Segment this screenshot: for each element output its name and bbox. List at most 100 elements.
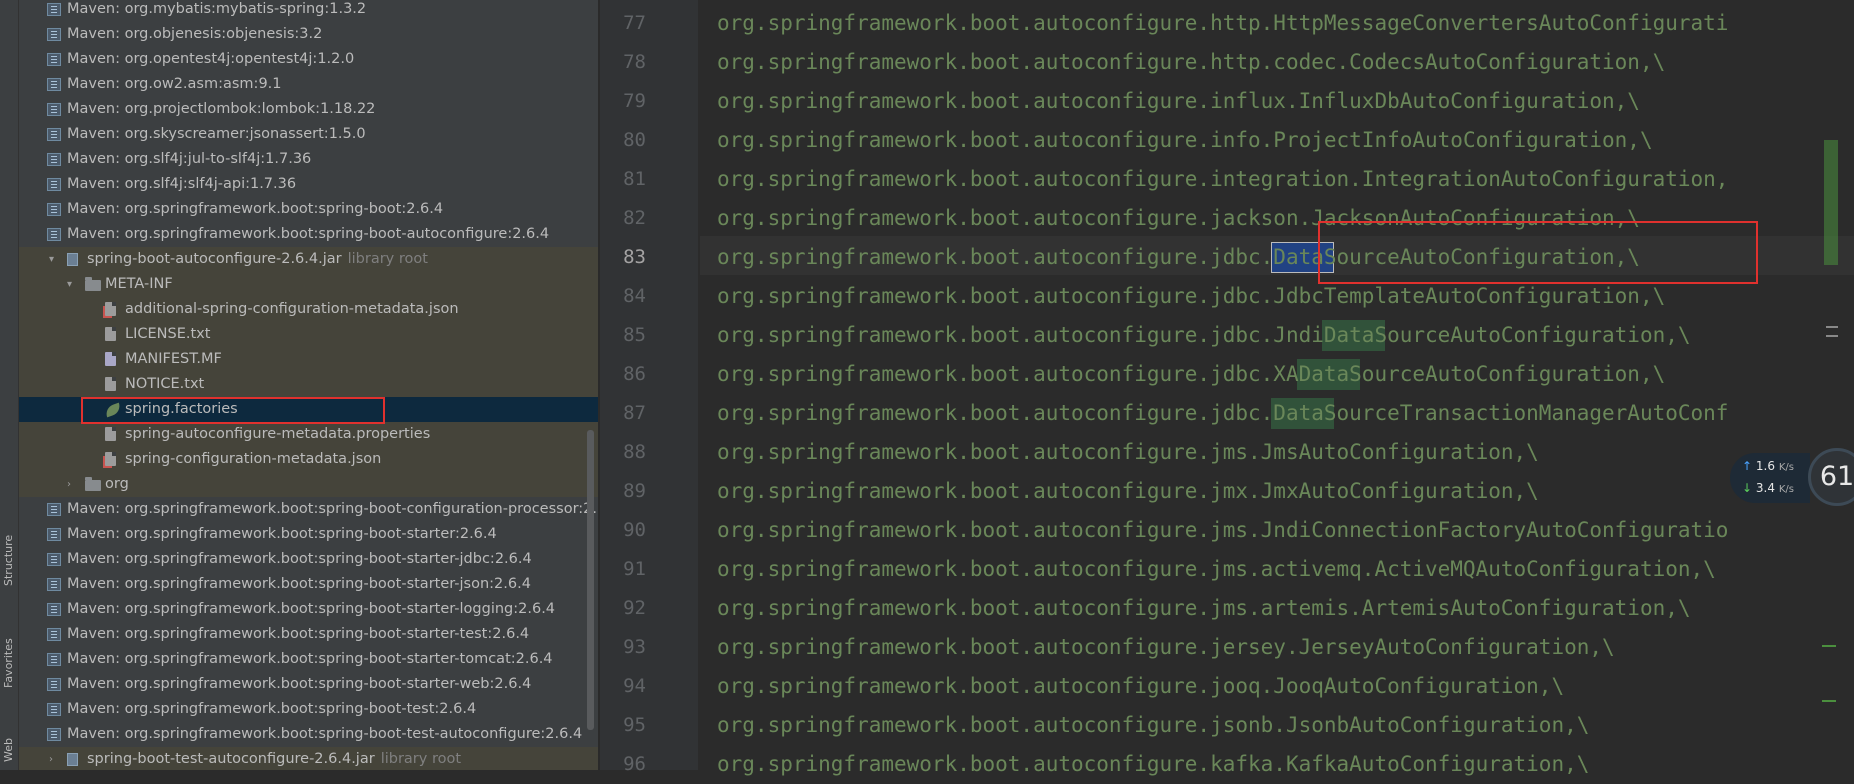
tree-node[interactable]: Maven: org.ow2.asm:asm:9.1 [19, 72, 598, 97]
tool-tab-structure[interactable]: Structure [0, 510, 18, 600]
tree-node[interactable]: Maven: org.springframework.boot:spring-b… [19, 722, 598, 747]
code-line[interactable]: org.springframework.boot.autoconfigure.j… [717, 628, 1615, 667]
tree-node[interactable]: Maven: org.objenesis:objenesis:3.2 [19, 22, 598, 47]
library-icon [47, 728, 61, 741]
annotation-box-datasource [1318, 221, 1758, 284]
code-line[interactable]: org.springframework.boot.autoconfigure.h… [717, 43, 1665, 82]
tree-node[interactable]: MANIFEST.MF [19, 347, 598, 372]
library-icon [47, 53, 61, 66]
tree-node[interactable]: NOTICE.txt [19, 372, 598, 397]
code-line[interactable]: org.springframework.boot.autoconfigure.j… [717, 316, 1691, 355]
tree-node[interactable]: › spring-boot-test-autoconfigure-2.6.4.ja… [19, 747, 598, 770]
line-number: 95 [623, 714, 646, 736]
tree-node[interactable]: ▾ spring-boot-autoconfigure-2.6.4.jar libr… [19, 247, 598, 272]
code-line[interactable]: org.springframework.boot.autoconfigure.j… [717, 355, 1665, 394]
tree-node[interactable]: Maven: org.springframework.boot:spring-b… [19, 697, 598, 722]
jar-icon [67, 753, 78, 766]
tree-node-label: Maven: org.springframework.boot:spring-b… [67, 501, 598, 517]
tree-node[interactable]: Maven: org.springframework.boot:spring-b… [19, 597, 598, 622]
manifest-file-icon [105, 352, 116, 366]
scroll-marker-change[interactable] [1822, 645, 1836, 647]
tool-tab-web[interactable]: Web [0, 722, 18, 766]
library-icon [47, 178, 61, 191]
code-line[interactable]: org.springframework.boot.autoconfigure.i… [717, 160, 1728, 199]
code-line[interactable]: org.springframework.boot.autoconfigure.j… [717, 472, 1539, 511]
code-line[interactable]: org.springframework.boot.autoconfigure.j… [717, 667, 1564, 706]
scroll-marker-change-2[interactable] [1822, 700, 1836, 702]
code-line[interactable]: org.springframework.boot.autoconfigure.j… [717, 550, 1716, 589]
network-monitor-widget[interactable]: ↑ 1.6 K/s ↓ 3.4 K/s 61 [1730, 448, 1854, 508]
code-line[interactable]: org.springframework.boot.autoconfigure.h… [717, 4, 1728, 43]
library-icon [47, 103, 61, 116]
tree-node-label: Maven: org.mybatis:mybatis-spring:1.3.2 [67, 1, 367, 17]
tree-node-label: Maven: org.springframework.boot:spring-b… [67, 201, 444, 217]
code-line[interactable]: org.springframework.boot.autoconfigure.i… [717, 82, 1640, 121]
line-number: 96 [623, 753, 646, 775]
tree-node[interactable]: spring-autoconfigure-metadata.properties [19, 422, 598, 447]
collapse-arrow-icon[interactable]: › [49, 747, 53, 770]
tool-tab-favorites-label: Favorites [2, 638, 15, 688]
tree-node-label: Maven: org.springframework.boot:spring-b… [67, 551, 532, 567]
library-icon [47, 653, 61, 666]
code-line[interactable]: org.springframework.boot.autoconfigure.j… [717, 433, 1539, 472]
folder-icon [85, 477, 101, 491]
properties-file-icon [105, 427, 116, 441]
tree-node[interactable]: Maven: org.springframework.boot:spring-b… [19, 572, 598, 597]
tool-tab-favorites[interactable]: Favorites [0, 622, 18, 700]
library-icon [47, 503, 61, 516]
code-line[interactable]: org.springframework.boot.autoconfigure.j… [717, 394, 1728, 433]
line-number: 78 [623, 51, 646, 73]
scroll-marker-occurrences[interactable] [1824, 140, 1838, 265]
expand-arrow-icon[interactable]: ▾ [49, 247, 54, 272]
code-line[interactable]: org.springframework.boot.autoconfigure.j… [717, 589, 1691, 628]
collapse-arrow-icon[interactable]: › [67, 472, 71, 497]
upload-arrow-icon: ↑ [1742, 459, 1753, 473]
tree-node[interactable]: Maven: org.springframework.boot:spring-b… [19, 672, 598, 697]
line-number: 85 [623, 324, 646, 346]
tree-node-label: Maven: org.springframework.boot:spring-b… [67, 576, 531, 592]
tree-node-label: Maven: org.springframework.boot:spring-b… [67, 651, 553, 667]
tree-node[interactable]: Maven: org.mybatis:mybatis-spring:1.3.2 [19, 0, 598, 22]
line-number: 80 [623, 129, 646, 151]
library-icon [47, 578, 61, 591]
tree-node[interactable]: Maven: org.skyscreamer:jsonassert:1.5.0 [19, 122, 598, 147]
tree-node-label: additional-spring-configuration-metadata… [125, 301, 459, 317]
tree-node[interactable]: LICENSE.txt [19, 322, 598, 347]
line-number: 81 [623, 168, 646, 190]
library-root-label: library root [380, 751, 462, 767]
tree-node[interactable]: Maven: org.springframework.boot:spring-b… [19, 497, 598, 522]
line-number: 91 [623, 558, 646, 580]
tree-node[interactable]: ▾ META-INF [19, 272, 598, 297]
line-number: 84 [623, 285, 646, 307]
tree-node-label: META-INF [105, 276, 173, 292]
tree-node[interactable]: Maven: org.springframework.boot:spring-b… [19, 197, 598, 222]
text-file-icon [105, 327, 116, 341]
library-icon [47, 153, 61, 166]
tree-node[interactable]: Maven: org.springframework.boot:spring-b… [19, 222, 598, 247]
tree-node-label: Maven: org.springframework.boot:spring-b… [67, 526, 497, 542]
scroll-marker-caret-2[interactable] [1826, 335, 1838, 337]
line-number: 77 [623, 12, 646, 34]
tree-node[interactable]: Maven: org.slf4j:slf4j-api:1.7.36 [19, 172, 598, 197]
tree-node[interactable]: Maven: org.springframework.boot:spring-b… [19, 547, 598, 572]
tree-node[interactable]: Maven: org.slf4j:jul-to-slf4j:1.7.36 [19, 147, 598, 172]
tree-node[interactable]: Maven: org.springframework.boot:spring-b… [19, 622, 598, 647]
tree-node[interactable]: spring-configuration-metadata.json [19, 447, 598, 472]
code-line[interactable]: org.springframework.boot.autoconfigure.j… [717, 511, 1728, 550]
tree-node[interactable]: › org [19, 472, 598, 497]
expand-arrow-icon[interactable]: ▾ [67, 272, 72, 297]
scroll-marker-caret[interactable] [1826, 326, 1838, 328]
code-line[interactable]: org.springframework.boot.autoconfigure.k… [717, 745, 1589, 784]
tree-node[interactable]: additional-spring-configuration-metadata… [19, 297, 598, 322]
tree-node[interactable]: Maven: org.projectlombok:lombok:1.18.22 [19, 97, 598, 122]
tool-tab-structure-label: Structure [2, 534, 15, 586]
line-number: 83 [623, 246, 646, 268]
line-number: 92 [623, 597, 646, 619]
code-line[interactable]: org.springframework.boot.autoconfigure.j… [717, 706, 1589, 745]
tree-scrollbar[interactable] [587, 430, 594, 730]
library-icon [47, 628, 61, 641]
tree-node[interactable]: Maven: org.springframework.boot:spring-b… [19, 647, 598, 672]
tree-node[interactable]: Maven: org.springframework.boot:spring-b… [19, 522, 598, 547]
code-line[interactable]: org.springframework.boot.autoconfigure.i… [717, 121, 1653, 160]
tree-node[interactable]: Maven: org.opentest4j:opentest4j:1.2.0 [19, 47, 598, 72]
